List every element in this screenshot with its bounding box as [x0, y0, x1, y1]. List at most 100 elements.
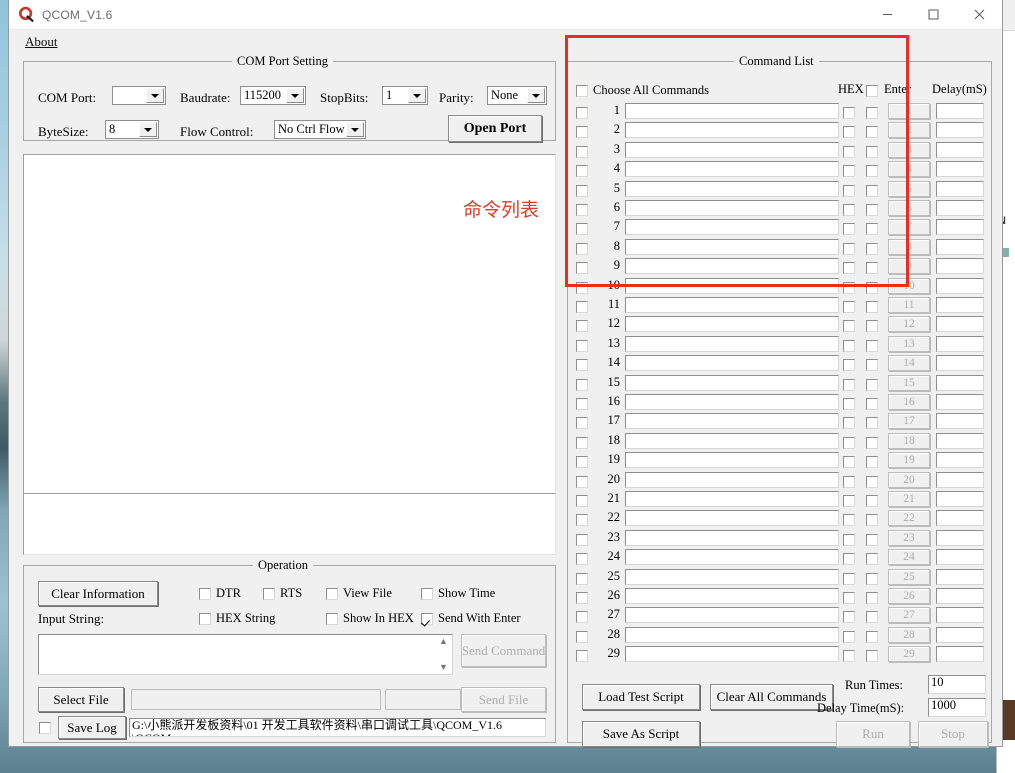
command-row-delay-input[interactable] [936, 122, 984, 138]
command-row-delay-input[interactable] [936, 336, 984, 352]
command-row-select-checkbox[interactable] [576, 126, 588, 138]
command-row-input[interactable] [625, 103, 839, 119]
command-row-enter-checkbox[interactable] [866, 223, 878, 235]
file-path-field[interactable] [131, 689, 381, 710]
chevron-down-icon[interactable] [408, 88, 426, 103]
command-row-input[interactable] [625, 200, 839, 216]
command-row-enter-checkbox[interactable] [866, 437, 878, 449]
command-row-hex-checkbox[interactable] [843, 320, 855, 332]
command-row-input[interactable] [625, 472, 839, 488]
command-row-enter-checkbox[interactable] [866, 592, 878, 604]
command-row-select-checkbox[interactable] [576, 514, 588, 526]
run-times-field[interactable]: 10 [928, 675, 986, 694]
command-row-send-button[interactable]: 19 [888, 452, 930, 468]
command-row-send-button[interactable]: 27 [888, 607, 930, 623]
chevron-down-icon[interactable] [527, 88, 545, 103]
send-command-button[interactable]: Send Command [461, 634, 546, 667]
command-row-select-checkbox[interactable] [576, 456, 588, 468]
command-row-send-button[interactable]: 29 [888, 646, 930, 662]
command-row-input[interactable] [625, 278, 839, 294]
command-row-enter-checkbox[interactable] [866, 379, 878, 391]
command-row-select-checkbox[interactable] [576, 573, 588, 585]
show-in-hex-checkbox-row[interactable]: Show In HEX [326, 611, 414, 626]
command-row-send-button[interactable]: 15 [888, 375, 930, 391]
command-row-input[interactable] [625, 161, 839, 177]
minimize-icon[interactable] [864, 0, 910, 29]
command-row-enter-checkbox[interactable] [866, 340, 878, 352]
hex-string-checkbox-row[interactable]: HEX String [199, 611, 275, 626]
command-row-send-button[interactable]: 20 [888, 472, 930, 488]
save-as-script-button[interactable]: Save As Script [582, 721, 700, 747]
command-row-delay-input[interactable] [936, 278, 984, 294]
command-row-input[interactable] [625, 646, 839, 662]
command-row-select-checkbox[interactable] [576, 185, 588, 197]
chevron-down-icon[interactable]: ▼ [439, 663, 448, 672]
command-row-select-checkbox[interactable] [576, 417, 588, 429]
chevron-down-icon[interactable] [146, 88, 164, 103]
command-row-select-checkbox[interactable] [576, 320, 588, 332]
command-row-select-checkbox[interactable] [576, 379, 588, 391]
command-row-hex-checkbox[interactable] [843, 456, 855, 468]
command-row-input[interactable] [625, 607, 839, 623]
command-row-select-checkbox[interactable] [576, 495, 588, 507]
command-row-select-checkbox[interactable] [576, 398, 588, 410]
command-row-enter-checkbox[interactable] [866, 573, 878, 585]
command-row-select-checkbox[interactable] [576, 534, 588, 546]
command-row-input[interactable] [625, 549, 839, 565]
parity-select[interactable]: None [487, 86, 547, 105]
command-row-select-checkbox[interactable] [576, 631, 588, 643]
command-row-select-checkbox[interactable] [576, 592, 588, 604]
command-row-hex-checkbox[interactable] [843, 553, 855, 565]
stop-button[interactable]: Stop [918, 721, 988, 747]
command-row-hex-checkbox[interactable] [843, 514, 855, 526]
dtr-checkbox-row[interactable]: DTR [199, 586, 241, 601]
command-row-enter-checkbox[interactable] [866, 359, 878, 371]
command-row-hex-checkbox[interactable] [843, 359, 855, 371]
command-row-select-checkbox[interactable] [576, 650, 588, 662]
log-path-field[interactable]: G:\小熊派开发板资料\01 开发工具软件资料\串口调试工具\QCOM_V1.6… [129, 718, 546, 737]
command-row-input[interactable] [625, 569, 839, 585]
command-row-input[interactable] [625, 413, 839, 429]
command-row-input[interactable] [625, 316, 839, 332]
command-row-delay-input[interactable] [936, 297, 984, 313]
command-row-send-button[interactable]: 6 [888, 200, 930, 216]
command-row-delay-input[interactable] [936, 413, 984, 429]
command-row-hex-checkbox[interactable] [843, 611, 855, 623]
input-string-scroll-arrows[interactable]: ▲ ▼ [437, 637, 450, 672]
command-row-send-button[interactable]: 26 [888, 588, 930, 604]
rts-checkbox[interactable] [263, 588, 275, 600]
command-row-delay-input[interactable] [936, 452, 984, 468]
receive-data-pane[interactable]: 命令列表 [23, 154, 556, 542]
command-row-hex-checkbox[interactable] [843, 126, 855, 138]
command-row-input[interactable] [625, 297, 839, 313]
command-row-hex-checkbox[interactable] [843, 534, 855, 546]
command-row-input[interactable] [625, 355, 839, 371]
command-row-select-checkbox[interactable] [576, 204, 588, 216]
command-row-input[interactable] [625, 122, 839, 138]
command-row-send-button[interactable]: 11 [888, 297, 930, 313]
command-row-hex-checkbox[interactable] [843, 592, 855, 604]
send-with-enter-checkbox[interactable] [421, 613, 433, 625]
command-row-select-checkbox[interactable] [576, 340, 588, 352]
command-row-hex-checkbox[interactable] [843, 185, 855, 197]
clear-information-button[interactable]: Clear Information [38, 581, 158, 606]
choose-all-commands-row[interactable]: Choose All Commands [576, 83, 709, 98]
run-button[interactable]: Run [836, 721, 910, 747]
command-row-hex-checkbox[interactable] [843, 417, 855, 429]
command-row-delay-input[interactable] [936, 472, 984, 488]
rts-checkbox-row[interactable]: RTS [263, 586, 302, 601]
command-row-send-button[interactable]: 5 [888, 181, 930, 197]
chevron-down-icon[interactable] [346, 122, 364, 137]
command-row-send-button[interactable]: 18 [888, 433, 930, 449]
command-row-select-checkbox[interactable] [576, 262, 588, 274]
command-row-hex-checkbox[interactable] [843, 146, 855, 158]
command-row-send-button[interactable]: 28 [888, 627, 930, 643]
command-row-delay-input[interactable] [936, 510, 984, 526]
command-row-enter-checkbox[interactable] [866, 126, 878, 138]
delay-time-field[interactable]: 1000 [928, 698, 986, 717]
command-row-enter-checkbox[interactable] [866, 204, 878, 216]
command-row-hex-checkbox[interactable] [843, 165, 855, 177]
command-row-enter-checkbox[interactable] [866, 553, 878, 565]
choose-all-commands-checkbox[interactable] [576, 85, 588, 97]
command-row-input[interactable] [625, 491, 839, 507]
